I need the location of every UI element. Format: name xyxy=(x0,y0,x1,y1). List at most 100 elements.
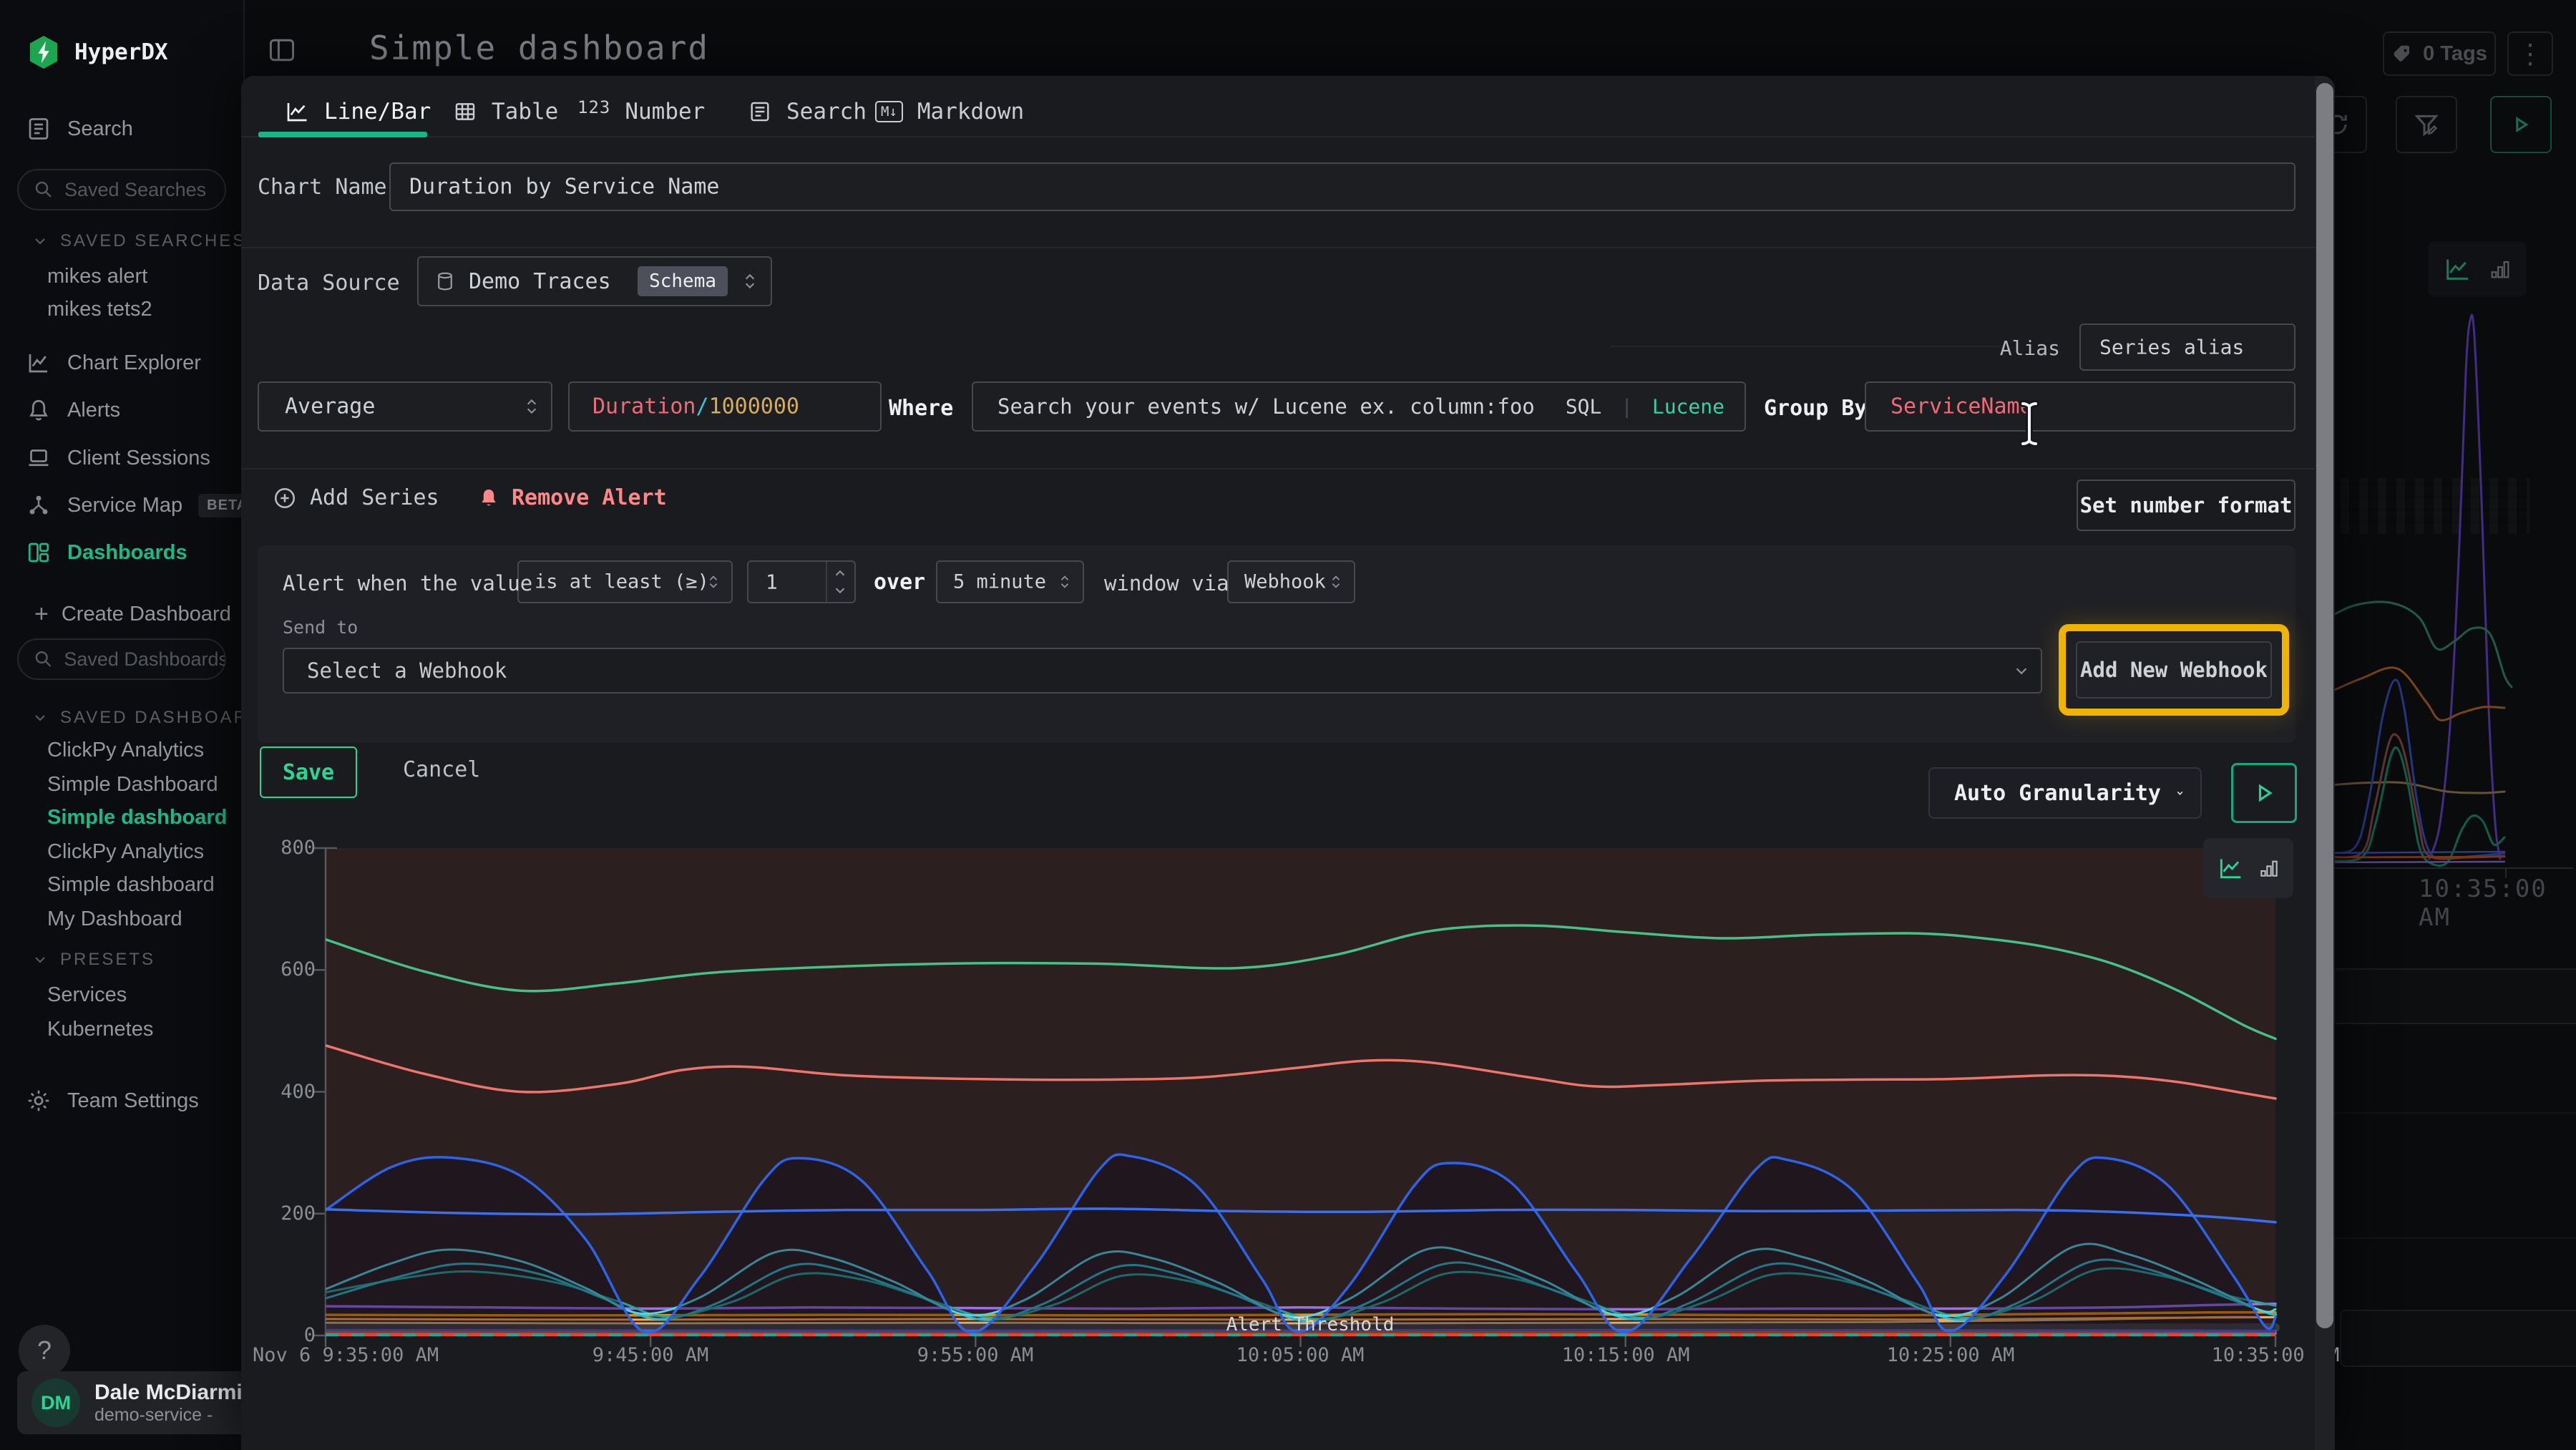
over-label: over xyxy=(874,570,925,595)
group-by-value: ServiceName xyxy=(1890,394,2033,419)
chevron-down-icon xyxy=(2012,661,2031,680)
y-tick-label: 200 xyxy=(248,1202,316,1225)
cancel-label: Cancel xyxy=(403,757,480,782)
tab-table[interactable]: Table xyxy=(453,94,558,129)
run-query-button-bg[interactable] xyxy=(2490,96,2552,153)
tags-button[interactable]: 0 Tags xyxy=(2383,31,2496,76)
page-title: Simple dashboard xyxy=(369,29,709,67)
query-language-toggle[interactable]: SQL | Lucene xyxy=(1566,395,1724,419)
kebab-icon: ⋮ xyxy=(2517,38,2544,70)
bg-panel-bar xyxy=(2331,968,2576,1024)
via-label: window via xyxy=(1104,571,1229,595)
bg-divider-2 xyxy=(2329,1237,2576,1239)
pipe-separator: | xyxy=(1614,395,1640,419)
stepper-down-icon[interactable] xyxy=(832,583,848,598)
section-divider xyxy=(241,247,2335,248)
data-source-label: Data Source xyxy=(258,271,400,296)
select-updown-icon xyxy=(1057,573,1073,591)
alert-prefix-label: Alert when the value xyxy=(283,571,532,595)
alias-hairline xyxy=(1610,346,2002,347)
background-mini-chart xyxy=(2322,301,2576,895)
tab-markdown[interactable]: M↓ Markdown xyxy=(875,94,1024,129)
where-label: Where xyxy=(889,396,953,421)
preview-chart-type-toggle[interactable] xyxy=(2203,838,2293,898)
select-updown-icon xyxy=(706,573,721,591)
kebab-menu-button[interactable]: ⋮ xyxy=(2507,31,2553,76)
markdown-icon: M↓ xyxy=(875,101,903,122)
remove-alert-button[interactable]: Remove Alert xyxy=(477,485,667,510)
add-new-webhook-button[interactable]: Add New Webhook xyxy=(2076,641,2272,699)
search-list-icon xyxy=(748,99,772,124)
tab-label: Markdown xyxy=(917,99,1024,125)
modal-scrollbar-thumb[interactable] xyxy=(2316,83,2333,1328)
bg-x-axis-label: 10:35:00 AM xyxy=(2419,875,2576,932)
sql-option[interactable]: SQL xyxy=(1566,395,1602,419)
tab-label: Number xyxy=(625,99,705,125)
line-chart-icon xyxy=(284,99,310,125)
expression-operator: / xyxy=(696,394,709,419)
y-tick-label: 800 xyxy=(248,837,316,859)
tab-number[interactable]: 123 Number xyxy=(577,94,705,129)
stepper-up-icon[interactable] xyxy=(832,566,848,580)
add-series-label: Add Series xyxy=(310,485,439,510)
group-by-input[interactable]: ServiceName xyxy=(1865,381,2296,432)
select-updown-icon xyxy=(741,271,759,292)
x-tick-label: 10:25:00 AM xyxy=(1887,1344,2015,1366)
cancel-button[interactable]: Cancel xyxy=(403,757,480,782)
expression-input[interactable]: Duration/1000000 xyxy=(568,381,882,432)
remove-alert-label: Remove Alert xyxy=(512,485,667,510)
schema-badge: Schema xyxy=(638,266,728,296)
y-tick-label: 0 xyxy=(248,1324,316,1346)
y-tick-label: 600 xyxy=(248,958,316,981)
set-number-format-button[interactable]: Set number format xyxy=(2077,480,2296,531)
send-to-label: Send to xyxy=(283,617,358,638)
select-updown-icon xyxy=(1328,573,1344,591)
save-label: Save xyxy=(283,760,334,785)
aggregation-value: Average xyxy=(285,394,375,419)
panel-collapse-icon xyxy=(266,34,298,66)
comparator-select[interactable]: is at least (≥) xyxy=(517,560,733,603)
lucene-option[interactable]: Lucene xyxy=(1652,395,1724,419)
sidebar-collapse-button[interactable] xyxy=(266,34,298,66)
number-stepper[interactable] xyxy=(826,562,854,602)
filter-button[interactable] xyxy=(2396,96,2457,153)
filter-icon xyxy=(2412,110,2441,139)
channel-select[interactable]: Webhook xyxy=(1227,560,1355,603)
tab-search[interactable]: Search xyxy=(748,94,867,129)
chart-name-label: Chart Name xyxy=(258,175,387,200)
x-tick-label: 9:55:00 AM xyxy=(917,1344,1034,1366)
add-series-button[interactable]: Add Series xyxy=(273,485,439,510)
threshold-number-input[interactable]: 1 xyxy=(747,560,856,603)
bar-chart-icon xyxy=(2488,256,2512,282)
bg-chart-type-toggle[interactable] xyxy=(2428,241,2527,297)
tag-icon xyxy=(2391,43,2413,64)
tab-line-bar[interactable]: Line/Bar xyxy=(284,94,431,129)
webhook-select[interactable]: Select a Webhook xyxy=(283,648,2042,694)
line-chart-icon xyxy=(2442,255,2472,283)
add-new-webhook-label: Add New Webhook xyxy=(2080,658,2268,682)
event-search-input[interactable]: Search your events w/ Lucene ex. column:… xyxy=(972,381,1746,432)
select-updown-icon xyxy=(522,396,541,417)
window-select[interactable]: 5 minute xyxy=(936,560,1084,603)
chart-name-value: Duration by Service Name xyxy=(409,175,719,200)
tab-label: Line/Bar xyxy=(324,99,431,125)
group-by-label: Group By xyxy=(1764,396,1868,421)
alias-input[interactable]: Series alias xyxy=(2079,323,2296,371)
line-chart-icon xyxy=(2216,855,2245,882)
x-tick-label: 10:05:00 AM xyxy=(1236,1344,1365,1366)
aggregation-select[interactable]: Average xyxy=(258,381,552,432)
save-button[interactable]: Save xyxy=(260,746,357,798)
window-value: 5 minute xyxy=(953,571,1046,593)
data-source-value: Demo Traces xyxy=(469,269,625,294)
database-icon xyxy=(434,270,456,293)
x-tick-label: 9:45:00 AM xyxy=(592,1344,709,1366)
y-tick-label: 400 xyxy=(248,1081,316,1103)
data-source-select[interactable]: Demo Traces Schema xyxy=(417,256,772,306)
chart-name-input[interactable]: Duration by Service Name xyxy=(389,162,2296,211)
play-icon xyxy=(2508,112,2534,137)
number-icon: 123 xyxy=(577,97,610,117)
threshold-value: 1 xyxy=(766,570,778,594)
tags-label: 0 Tags xyxy=(2423,42,2487,66)
screen: 0 Tags ⋮ 10:35:00 AM xyxy=(0,0,2576,1450)
bar-chart-icon xyxy=(2258,856,2280,880)
